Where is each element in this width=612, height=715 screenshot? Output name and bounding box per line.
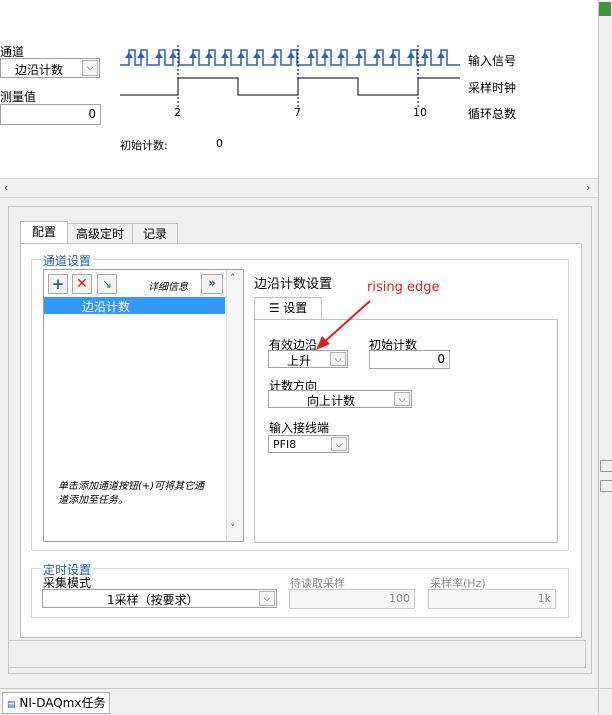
add-channel-button[interactable]: +: [48, 274, 68, 294]
input-terminal-label: 输入接线端: [269, 421, 330, 435]
list-scrollbar[interactable]: ˄ ˅: [226, 270, 243, 540]
tab-advanced-timing[interactable]: 高级定时: [67, 223, 133, 244]
count-direction-select[interactable]: 向上计数 ⌵: [268, 390, 412, 408]
tab-ni-daqmx-task[interactable]: ▤ NI-DAQmx任务: [2, 692, 111, 714]
tick-value: 7: [294, 106, 301, 119]
sample-rate-value: 1k: [537, 592, 551, 605]
measured-value: 0: [88, 107, 96, 121]
move-channel-icon[interactable]: ↘: [97, 274, 117, 294]
right-edge-strip: [598, 0, 612, 714]
chevron-down-icon[interactable]: ⌵: [394, 392, 410, 406]
bottom-panel: [8, 640, 586, 668]
channel-settings-title: 通道设置: [41, 252, 94, 269]
side-box: [600, 480, 612, 492]
bottom-divider: [0, 688, 612, 689]
input-terminal-select[interactable]: PFI8 ⌵: [268, 435, 349, 453]
rising-edge-markers: [125, 52, 445, 58]
side-box: [600, 460, 612, 472]
sample-rate-input[interactable]: 1k: [428, 589, 556, 609]
initial-count-label: 初始计数:: [120, 139, 168, 152]
count-direction-value: 向上计数: [307, 394, 356, 408]
channel-list-panel: + ✕ ↘ 详细信息 » 边沿计数 ˄ ˅ 单击添加通道按钮(+)可将其它通道添…: [43, 269, 244, 542]
signal-label-clock: 采样时钟: [468, 81, 517, 95]
horizontal-scrollbar[interactable]: ‹ ›: [0, 178, 598, 198]
tick-value: 10: [413, 106, 427, 119]
initial-count-input[interactable]: 0: [369, 350, 450, 369]
daqmx-icon: ▤: [7, 700, 16, 710]
annotation-arrow-icon: [316, 300, 371, 350]
tab-ni-daqmx-task-label: NI-DAQmx任务: [19, 696, 106, 710]
chevron-down-icon[interactable]: ⌵: [331, 437, 347, 451]
settings-icon: ☰: [268, 301, 280, 315]
channel-list-item-label: 边沿计数: [82, 300, 131, 314]
measured-label: 测量值: [0, 90, 37, 104]
tab-logging[interactable]: 记录: [132, 223, 178, 244]
add-channel-hint: 单击添加通道按钮(+)可将其它通道添加至任务。: [58, 481, 205, 506]
scroll-left-icon[interactable]: ‹: [4, 181, 8, 194]
tick-value: 2: [174, 106, 181, 119]
scroll-right-icon[interactable]: ›: [586, 181, 590, 194]
channel-select-value: 边沿计数: [15, 63, 64, 77]
tab-config[interactable]: 配置: [20, 221, 68, 244]
channel-list-item[interactable]: 边沿计数: [44, 297, 225, 314]
tab-settings-label: 设置: [283, 301, 308, 315]
annotation-text: rising edge: [367, 280, 440, 295]
initial-count-input-value: 0: [437, 352, 445, 366]
samples-to-read-input[interactable]: 100: [289, 589, 415, 609]
edge-settings-title: 边沿计数设置: [254, 277, 333, 292]
scroll-up-icon[interactable]: ˄: [230, 272, 236, 285]
active-edge-value: 上升: [287, 354, 312, 368]
input-terminal-value: PFI8: [273, 438, 297, 451]
details-label: 详细信息: [148, 282, 188, 293]
scroll-down-icon[interactable]: ˅: [230, 522, 236, 535]
signal-label-input: 输入信号: [468, 54, 517, 68]
samples-to-read-value: 100: [389, 592, 410, 605]
sample-clock-wave: [120, 77, 460, 96]
initial-count-value: 0: [216, 137, 223, 150]
details-button[interactable]: »: [201, 274, 223, 294]
measured-value-field: 0: [0, 104, 101, 125]
green-status-icon: [599, 2, 611, 16]
chevron-down-icon[interactable]: ⌵: [82, 60, 98, 76]
signal-label-cycles: 循环总数: [468, 107, 517, 121]
acquisition-mode-value: 1采样（按要求）: [107, 593, 199, 607]
chevron-down-icon[interactable]: ⌵: [259, 591, 275, 606]
remove-channel-button[interactable]: ✕: [72, 274, 92, 294]
channel-select[interactable]: 边沿计数 ⌵: [0, 58, 100, 78]
clock-dashed-lines: [177, 45, 419, 108]
acquisition-mode-select[interactable]: 1采样（按要求） ⌵: [42, 589, 277, 608]
